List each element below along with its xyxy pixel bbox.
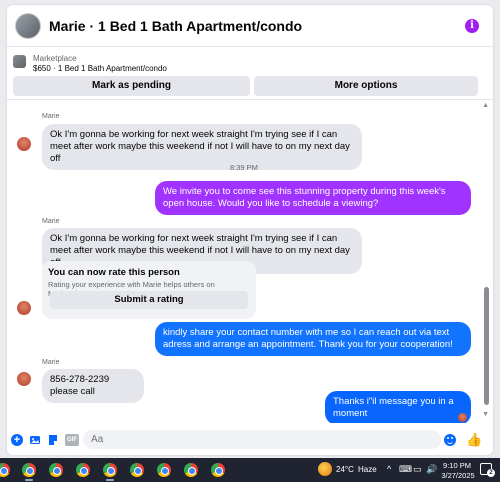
scroll-up-arrow-icon[interactable]: ▲ [482,102,489,109]
more-options-button[interactable]: More options [254,76,478,96]
message-input[interactable] [83,430,441,449]
chrome-icon[interactable] [130,463,144,477]
network-icon[interactable]: ▭ [413,464,422,475]
mark-as-pending-button[interactable]: Mark as pending [13,76,250,96]
avatar[interactable] [17,137,31,151]
chrome-icon[interactable] [22,463,36,477]
incoming-message[interactable]: Ok I'm gonna be working for next week st… [42,124,362,170]
chrome-icon[interactable] [0,463,10,477]
chrome-icon[interactable] [157,463,171,477]
chrome-icon[interactable] [211,463,225,477]
avatar[interactable] [17,301,31,315]
gif-icon[interactable]: GIF [65,434,79,446]
scroll-down-arrow-icon[interactable]: ▼ [482,411,489,418]
image-icon[interactable] [29,434,41,446]
weather-condition[interactable]: Haze [358,465,377,474]
scrollbar-thumb[interactable] [484,287,489,405]
rating-card: You can now rate this person Rating your… [42,261,256,319]
rating-title: You can now rate this person [48,267,180,278]
chrome-icon[interactable] [184,463,198,477]
listing-thumbnail[interactable] [13,55,26,68]
clock-date[interactable]: 3/27/2025 [440,471,476,480]
volume-icon[interactable]: 🔊 [426,464,437,475]
sender-name: Marie [42,359,60,366]
message-list: Marie Ok I'm gonna be working for next w… [7,101,481,423]
chat-window: Marie · 1 Bed 1 Bath Apartment/condo i M… [7,5,493,455]
emoji-icon[interactable] [444,434,456,446]
incoming-message[interactable]: 856-278-2239 please call [42,369,144,403]
plus-icon[interactable]: + [11,434,23,446]
avatar[interactable] [17,372,31,386]
taskbar: 24°C Haze ^ ⌨ ▭ 🔊 9:10 PM 3/27/2025 2 [0,458,500,482]
active-indicator [106,479,114,481]
weather-temperature[interactable]: 24°C [336,465,354,474]
outgoing-message[interactable]: kindly share your contact number with me… [155,322,471,356]
chevron-up-icon[interactable]: ^ [387,464,391,474]
info-icon[interactable]: i [465,19,479,33]
listing-banner: Marketplace $650 · 1 Bed 1 Bath Apartmen… [7,48,493,100]
sticker-icon[interactable] [47,434,59,446]
outgoing-message[interactable]: Thanks i"il message you in a moment [325,391,471,423]
conversation-title[interactable]: Marie · 1 Bed 1 Bath Apartment/condo [49,18,302,34]
avatar[interactable] [15,12,41,39]
notification-badge: 2 [487,469,495,477]
active-indicator [25,479,33,481]
sender-name: Marie [42,218,60,225]
submit-rating-button[interactable]: Submit a rating [50,291,248,309]
timestamp: 8:39 PM [230,163,258,172]
listing-title[interactable]: $650 · 1 Bed 1 Bath Apartment/condo [33,64,167,73]
sender-name: Marie [42,113,60,120]
clock-time[interactable]: 9:10 PM [442,461,472,470]
weather-icon[interactable] [318,462,332,476]
listing-source-label: Marketplace [33,54,77,63]
thumbs-up-icon[interactable]: 👍 [466,432,482,448]
chrome-icon[interactable] [76,463,90,477]
chrome-icon[interactable] [103,463,117,477]
seen-indicator-avatar [458,413,467,422]
outgoing-message[interactable]: We invite you to come see this stunning … [155,181,471,215]
message-composer: + GIF 👍 [7,427,493,455]
keyboard-icon[interactable]: ⌨ [399,464,412,475]
chat-header: Marie · 1 Bed 1 Bath Apartment/condo i [7,5,493,47]
chrome-icon[interactable] [49,463,63,477]
